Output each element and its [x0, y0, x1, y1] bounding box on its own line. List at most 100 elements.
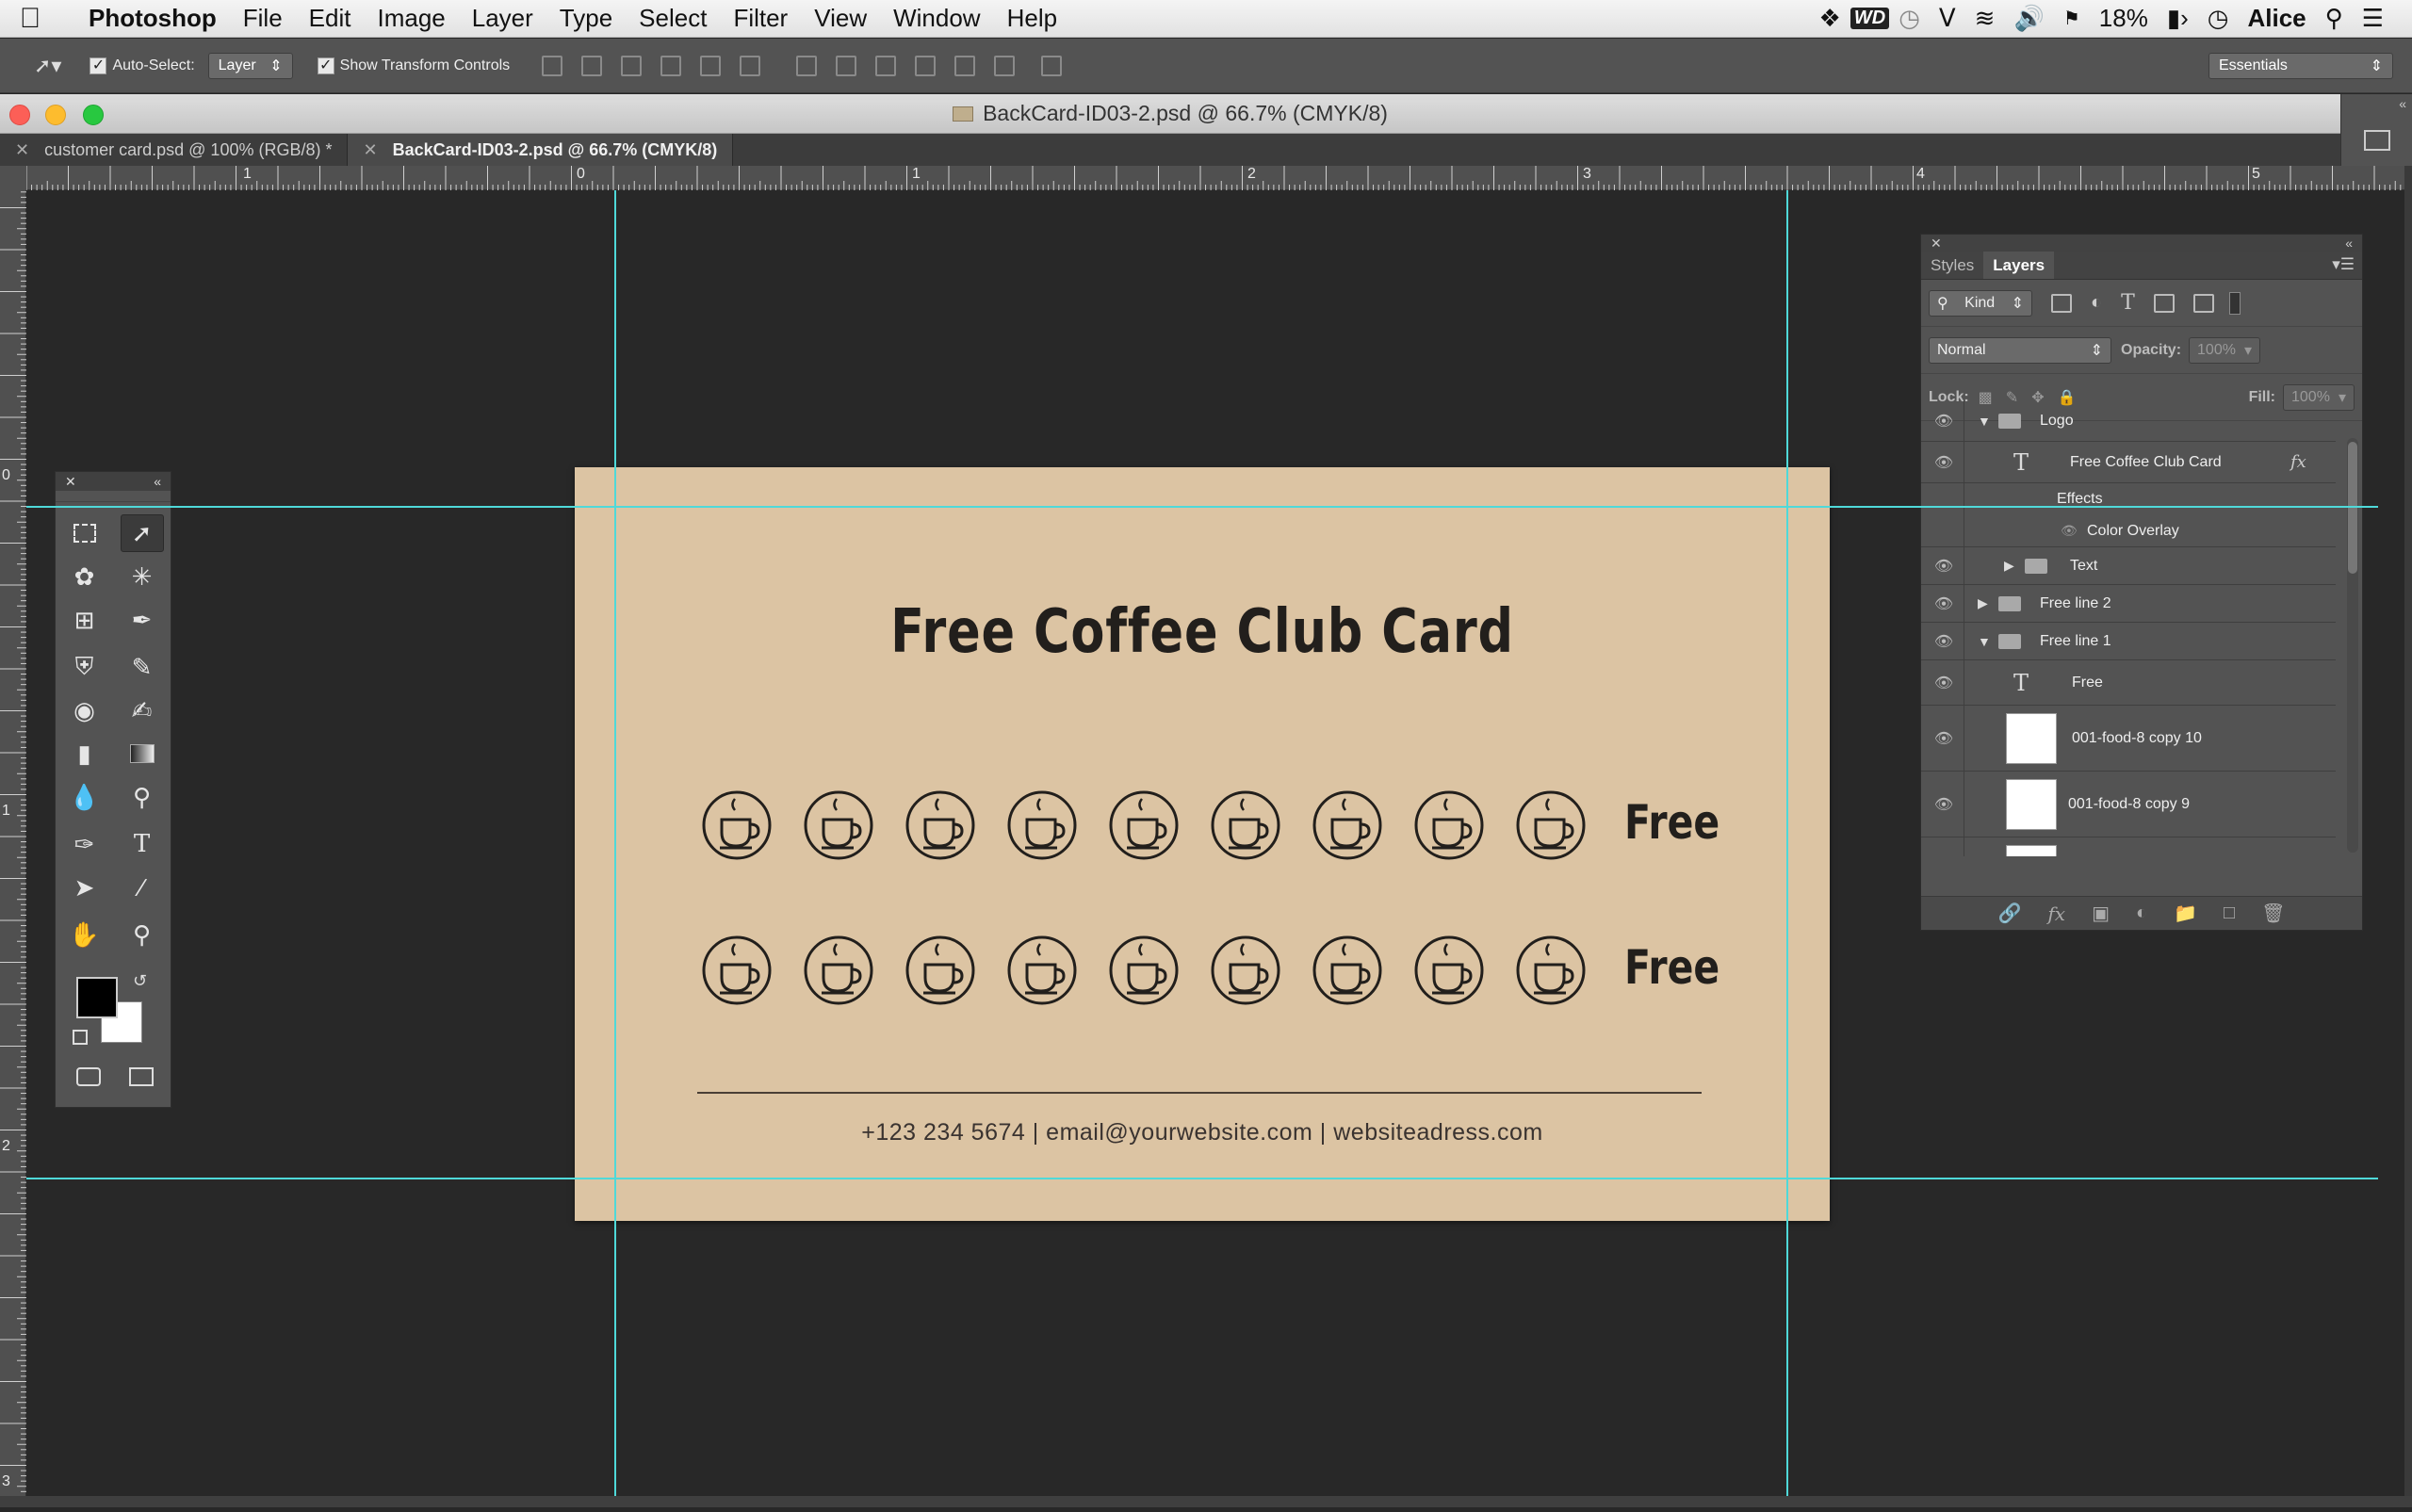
collapsed-triangle-icon[interactable]: ▶ — [1978, 595, 1988, 611]
magic-wand-tool-icon[interactable]: ✳ — [121, 558, 164, 595]
grid-panel-icon[interactable] — [2363, 130, 2390, 151]
eye-icon[interactable]: 👁 — [1929, 412, 1959, 431]
move-tool-icon[interactable]: ➚ — [120, 514, 164, 552]
show-transform-checkbox[interactable]: ✓ — [317, 57, 334, 74]
menu-type[interactable]: Type — [546, 4, 626, 33]
filter-smart-object-icon[interactable] — [2192, 293, 2214, 313]
layer-row[interactable]: 👁 ▶ Free line 2 — [1921, 585, 2336, 623]
layer-row[interactable]: 👁 T Free — [1921, 660, 2336, 706]
user-name[interactable]: Alice — [2238, 4, 2315, 33]
horizontal-ruler[interactable]: 1 0 1 2 3 4 5 — [25, 166, 2412, 190]
eye-icon[interactable]: 👁 — [1929, 729, 1959, 748]
ruler-corner[interactable] — [0, 166, 26, 190]
effect-row[interactable]: 👁 Color Overlay — [1921, 515, 2336, 547]
close-panel-icon[interactable]: ✕ — [1931, 236, 1942, 252]
menu-image[interactable]: Image — [364, 4, 458, 33]
eye-icon[interactable]: 👁 — [1929, 594, 1959, 613]
tab-backcard[interactable]: ✕ BackCard-ID03-2.psd @ 66.7% (CMYK/8) — [348, 134, 734, 166]
layer-row[interactable]: 👁 001-food-8 copy 9 — [1921, 772, 2336, 837]
expanded-triangle-icon[interactable]: ▼ — [1978, 414, 1991, 429]
bluetooth-icon[interactable]: ᐯ — [1930, 4, 1965, 33]
filter-kind-dropdown[interactable]: ⚲ Kind ⇕ — [1929, 289, 2032, 317]
spotlight-search-icon[interactable]: ⚲ — [2316, 4, 2353, 33]
new-layer-icon[interactable]: □ — [2224, 902, 2235, 924]
distribute-hcenter-icon[interactable] — [954, 55, 976, 76]
align-bottom-icon[interactable] — [621, 55, 643, 76]
effects-row[interactable]: Effects — [1921, 483, 2336, 515]
wd-drive-icon[interactable]: WD — [1850, 8, 1890, 29]
layer-row[interactable]: 👁 ▼ Free line 1 — [1921, 623, 2336, 660]
auto-align-icon[interactable] — [1041, 55, 1063, 76]
zoom-tool-icon[interactable]: ⚲ — [121, 916, 164, 953]
wifi-icon[interactable]: ≋ — [1965, 4, 2005, 33]
align-top-icon[interactable] — [542, 55, 563, 76]
menu-layer[interactable]: Layer — [459, 4, 546, 33]
brush-tool-icon[interactable]: ✎ — [121, 648, 164, 686]
layer-row[interactable]: 👁 ▼ Logo — [1921, 400, 2336, 442]
scrollbar-thumb[interactable] — [2348, 442, 2357, 574]
eraser-tool-icon[interactable]: ▮ — [63, 735, 106, 772]
apple-menu-icon[interactable]:  — [0, 3, 60, 35]
time-machine-icon[interactable]: ◷ — [1889, 4, 1930, 33]
menu-help[interactable]: Help — [994, 4, 1070, 33]
menu-file[interactable]: File — [230, 4, 296, 33]
clock-icon[interactable]: ◷ — [2198, 4, 2239, 33]
horizontal-guide-bottom[interactable] — [26, 1178, 2378, 1179]
foreground-color-swatch[interactable] — [76, 977, 118, 1018]
link-layers-icon[interactable]: 🔗 — [1998, 902, 2022, 925]
opacity-field[interactable]: 100% ▾ — [2189, 336, 2261, 364]
quick-mask-icon[interactable] — [67, 1058, 110, 1096]
clone-stamp-tool-icon[interactable]: ◉ — [63, 691, 106, 729]
filter-type-icon[interactable]: T — [2121, 291, 2135, 315]
free-label-row-2[interactable]: Free — [1624, 940, 1719, 995]
new-group-icon[interactable]: 📁 — [2174, 902, 2197, 925]
vertical-guide-right[interactable] — [1786, 190, 1788, 1496]
workspace-dropdown[interactable]: Essentials ⇕ — [2208, 52, 2393, 79]
eye-icon[interactable]: 👁 — [1929, 557, 1959, 576]
eye-icon[interactable]: 👁 — [1929, 632, 1959, 651]
card-title[interactable]: Free Coffee Club Card — [688, 597, 1717, 667]
blend-mode-dropdown[interactable]: Normal ⇕ — [1929, 336, 2111, 364]
hand-tool-icon[interactable]: ✋ — [63, 916, 106, 953]
healing-brush-tool-icon[interactable]: ⛨ — [63, 648, 106, 686]
layer-row[interactable]: 👁 T Free Coffee Club Card fx — [1921, 442, 2336, 483]
distribute-vcenter-icon[interactable] — [836, 55, 857, 76]
distribute-bottom-icon[interactable] — [875, 55, 897, 76]
delete-layer-icon[interactable]: 🗑 — [2261, 902, 2285, 925]
new-adjustment-icon[interactable]: ◐ — [2136, 902, 2147, 924]
auto-select-checkbox[interactable]: ✓ — [90, 57, 107, 74]
screen-mode-icon[interactable] — [120, 1058, 163, 1096]
line-tool-icon[interactable]: ∕ — [121, 869, 164, 906]
path-selection-tool-icon[interactable]: ➤ — [63, 869, 106, 906]
collapse-dock-icon[interactable]: « — [2341, 94, 2412, 113]
menu-view[interactable]: View — [801, 4, 880, 33]
notification-center-icon[interactable]: ☰ — [2353, 4, 2393, 33]
close-panel-icon[interactable]: ✕ — [65, 474, 76, 490]
canvas-vertical-scrollbar[interactable] — [2404, 166, 2412, 1496]
effect-eye-icon[interactable]: 👁 — [2061, 523, 2078, 539]
tab-styles[interactable]: Styles — [1921, 252, 1983, 279]
type-tool-icon[interactable]: T — [121, 825, 164, 863]
filter-pixel-icon[interactable] — [2051, 293, 2072, 313]
default-colors-icon[interactable] — [73, 1030, 88, 1045]
align-right-icon[interactable] — [740, 55, 761, 76]
panel-menu-icon[interactable]: ▾☰ — [2324, 252, 2362, 279]
menu-select[interactable]: Select — [626, 4, 720, 33]
menu-filter[interactable]: Filter — [720, 4, 801, 33]
close-tab-icon[interactable]: ✕ — [363, 140, 377, 160]
filter-shape-icon[interactable] — [2153, 293, 2175, 313]
tools-panel-grip[interactable] — [56, 491, 171, 502]
free-label-row-1[interactable]: Free — [1624, 795, 1719, 850]
gradient-tool-icon[interactable] — [121, 735, 164, 772]
eye-icon[interactable]: 👁 — [1929, 674, 1959, 692]
distribute-left-icon[interactable] — [915, 55, 937, 76]
dropbox-icon[interactable]: ❖ — [1810, 4, 1850, 33]
history-brush-tool-icon[interactable]: ✍ — [121, 691, 164, 729]
collapse-panel-icon[interactable]: « — [2345, 236, 2353, 251]
align-hcenter-icon[interactable] — [700, 55, 722, 76]
flag-icon[interactable]: ⚑ — [2054, 7, 2090, 30]
auto-select-dropdown[interactable]: Layer ⇕ — [207, 52, 293, 79]
collapse-panel-icon[interactable]: « — [154, 474, 161, 489]
dodge-tool-icon[interactable]: ⚲ — [121, 778, 164, 816]
volume-icon[interactable]: 🔊 — [2004, 4, 2053, 33]
